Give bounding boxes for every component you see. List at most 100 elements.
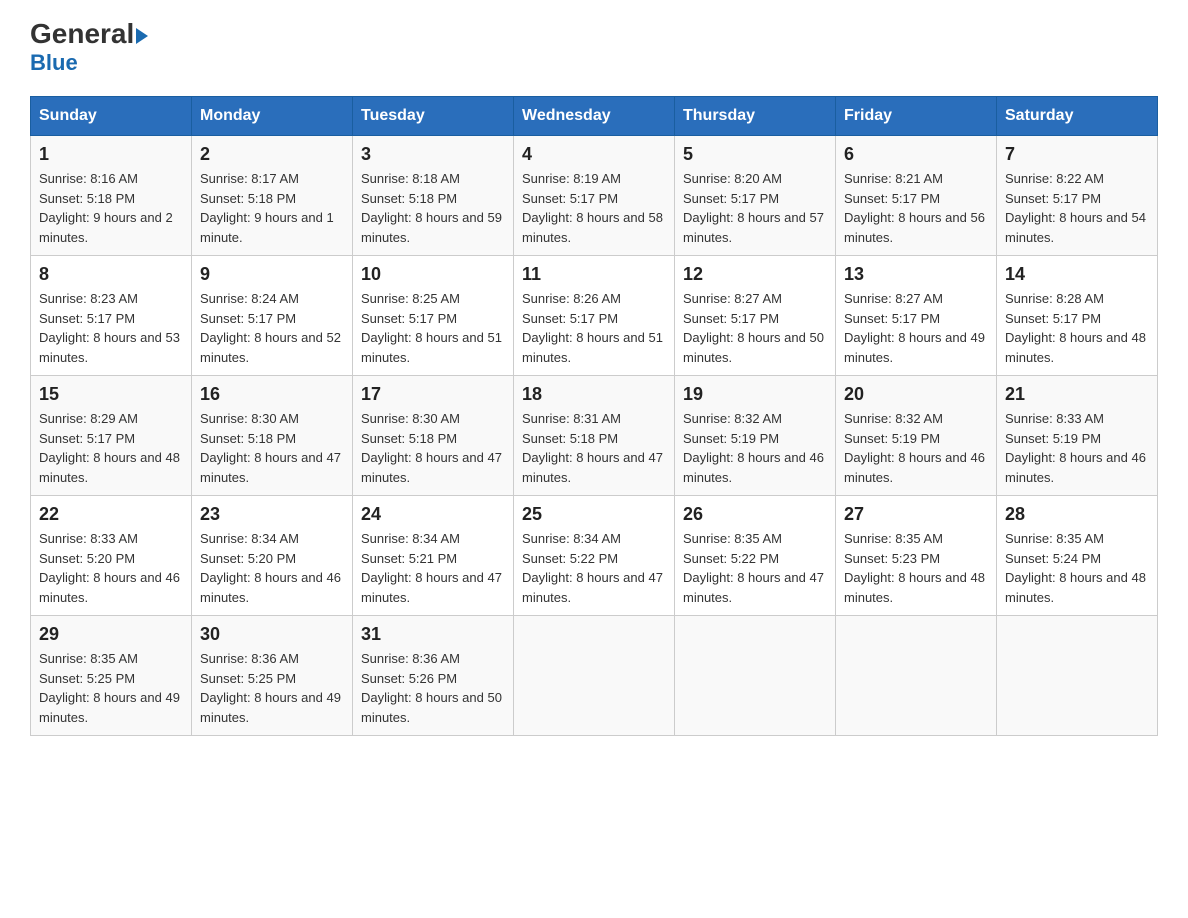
sunset-label: Sunset: 5:17 PM: [844, 311, 940, 326]
sunset-label: Sunset: 5:18 PM: [361, 191, 457, 206]
day-info: Sunrise: 8:33 AM Sunset: 5:20 PM Dayligh…: [39, 529, 183, 607]
calendar-day-4: 4 Sunrise: 8:19 AM Sunset: 5:17 PM Dayli…: [514, 136, 675, 256]
day-info: Sunrise: 8:34 AM Sunset: 5:21 PM Dayligh…: [361, 529, 505, 607]
sunrise-label: Sunrise: 8:33 AM: [39, 531, 138, 546]
calendar-day-14: 14 Sunrise: 8:28 AM Sunset: 5:17 PM Dayl…: [997, 256, 1158, 376]
daylight-label: Daylight: 8 hours and 49 minutes.: [844, 330, 985, 365]
day-info: Sunrise: 8:20 AM Sunset: 5:17 PM Dayligh…: [683, 169, 827, 247]
calendar-day-13: 13 Sunrise: 8:27 AM Sunset: 5:17 PM Dayl…: [836, 256, 997, 376]
calendar-day-17: 17 Sunrise: 8:30 AM Sunset: 5:18 PM Dayl…: [353, 376, 514, 496]
day-number: 16: [200, 384, 344, 405]
calendar-day-8: 8 Sunrise: 8:23 AM Sunset: 5:17 PM Dayli…: [31, 256, 192, 376]
day-info: Sunrise: 8:30 AM Sunset: 5:18 PM Dayligh…: [200, 409, 344, 487]
day-info: Sunrise: 8:34 AM Sunset: 5:22 PM Dayligh…: [522, 529, 666, 607]
day-info: Sunrise: 8:35 AM Sunset: 5:22 PM Dayligh…: [683, 529, 827, 607]
calendar-day-24: 24 Sunrise: 8:34 AM Sunset: 5:21 PM Dayl…: [353, 496, 514, 616]
sunset-label: Sunset: 5:17 PM: [844, 191, 940, 206]
sunrise-label: Sunrise: 8:27 AM: [844, 291, 943, 306]
daylight-label: Daylight: 8 hours and 46 minutes.: [200, 570, 341, 605]
calendar-day-27: 27 Sunrise: 8:35 AM Sunset: 5:23 PM Dayl…: [836, 496, 997, 616]
daylight-label: Daylight: 9 hours and 2 minutes.: [39, 210, 173, 245]
day-number: 18: [522, 384, 666, 405]
sunset-label: Sunset: 5:25 PM: [200, 671, 296, 686]
sunrise-label: Sunrise: 8:36 AM: [361, 651, 460, 666]
day-info: Sunrise: 8:17 AM Sunset: 5:18 PM Dayligh…: [200, 169, 344, 247]
day-info: Sunrise: 8:21 AM Sunset: 5:17 PM Dayligh…: [844, 169, 988, 247]
sunrise-label: Sunrise: 8:23 AM: [39, 291, 138, 306]
day-number: 17: [361, 384, 505, 405]
daylight-label: Daylight: 8 hours and 51 minutes.: [522, 330, 663, 365]
day-info: Sunrise: 8:16 AM Sunset: 5:18 PM Dayligh…: [39, 169, 183, 247]
empty-cell: [514, 616, 675, 736]
day-info: Sunrise: 8:35 AM Sunset: 5:25 PM Dayligh…: [39, 649, 183, 727]
day-info: Sunrise: 8:27 AM Sunset: 5:17 PM Dayligh…: [844, 289, 988, 367]
logo-blue-text: Blue: [30, 50, 78, 76]
calendar-day-22: 22 Sunrise: 8:33 AM Sunset: 5:20 PM Dayl…: [31, 496, 192, 616]
sunset-label: Sunset: 5:17 PM: [522, 191, 618, 206]
daylight-label: Daylight: 8 hours and 49 minutes.: [200, 690, 341, 725]
daylight-label: Daylight: 8 hours and 47 minutes.: [361, 450, 502, 485]
sunset-label: Sunset: 5:20 PM: [39, 551, 135, 566]
sunrise-label: Sunrise: 8:31 AM: [522, 411, 621, 426]
sunrise-label: Sunrise: 8:28 AM: [1005, 291, 1104, 306]
calendar-day-9: 9 Sunrise: 8:24 AM Sunset: 5:17 PM Dayli…: [192, 256, 353, 376]
daylight-label: Daylight: 8 hours and 48 minutes.: [39, 450, 180, 485]
day-number: 7: [1005, 144, 1149, 165]
day-info: Sunrise: 8:29 AM Sunset: 5:17 PM Dayligh…: [39, 409, 183, 487]
calendar-day-26: 26 Sunrise: 8:35 AM Sunset: 5:22 PM Dayl…: [675, 496, 836, 616]
calendar-week-5: 29 Sunrise: 8:35 AM Sunset: 5:25 PM Dayl…: [31, 616, 1158, 736]
logo-general: General: [30, 20, 148, 48]
sunset-label: Sunset: 5:18 PM: [39, 191, 135, 206]
day-info: Sunrise: 8:22 AM Sunset: 5:17 PM Dayligh…: [1005, 169, 1149, 247]
sunset-label: Sunset: 5:17 PM: [1005, 191, 1101, 206]
sunset-label: Sunset: 5:17 PM: [1005, 311, 1101, 326]
daylight-label: Daylight: 8 hours and 47 minutes.: [200, 450, 341, 485]
day-number: 6: [844, 144, 988, 165]
sunset-label: Sunset: 5:20 PM: [200, 551, 296, 566]
day-info: Sunrise: 8:27 AM Sunset: 5:17 PM Dayligh…: [683, 289, 827, 367]
calendar-week-2: 8 Sunrise: 8:23 AM Sunset: 5:17 PM Dayli…: [31, 256, 1158, 376]
sunrise-label: Sunrise: 8:18 AM: [361, 171, 460, 186]
sunset-label: Sunset: 5:19 PM: [844, 431, 940, 446]
sunset-label: Sunset: 5:26 PM: [361, 671, 457, 686]
sunset-label: Sunset: 5:18 PM: [200, 191, 296, 206]
calendar-day-3: 3 Sunrise: 8:18 AM Sunset: 5:18 PM Dayli…: [353, 136, 514, 256]
sunrise-label: Sunrise: 8:35 AM: [39, 651, 138, 666]
day-info: Sunrise: 8:32 AM Sunset: 5:19 PM Dayligh…: [844, 409, 988, 487]
sunrise-label: Sunrise: 8:36 AM: [200, 651, 299, 666]
day-number: 4: [522, 144, 666, 165]
sunrise-label: Sunrise: 8:24 AM: [200, 291, 299, 306]
sunrise-label: Sunrise: 8:16 AM: [39, 171, 138, 186]
sunrise-label: Sunrise: 8:25 AM: [361, 291, 460, 306]
day-header-monday: Monday: [192, 97, 353, 136]
sunrise-label: Sunrise: 8:32 AM: [844, 411, 943, 426]
sunrise-label: Sunrise: 8:32 AM: [683, 411, 782, 426]
day-number: 5: [683, 144, 827, 165]
sunrise-label: Sunrise: 8:21 AM: [844, 171, 943, 186]
sunrise-label: Sunrise: 8:19 AM: [522, 171, 621, 186]
sunset-label: Sunset: 5:18 PM: [200, 431, 296, 446]
daylight-label: Daylight: 8 hours and 57 minutes.: [683, 210, 824, 245]
day-number: 23: [200, 504, 344, 525]
empty-cell: [675, 616, 836, 736]
calendar-header-row: SundayMondayTuesdayWednesdayThursdayFrid…: [31, 97, 1158, 136]
calendar-day-10: 10 Sunrise: 8:25 AM Sunset: 5:17 PM Dayl…: [353, 256, 514, 376]
day-header-wednesday: Wednesday: [514, 97, 675, 136]
sunrise-label: Sunrise: 8:27 AM: [683, 291, 782, 306]
empty-cell: [836, 616, 997, 736]
calendar-day-21: 21 Sunrise: 8:33 AM Sunset: 5:19 PM Dayl…: [997, 376, 1158, 496]
day-number: 8: [39, 264, 183, 285]
calendar-week-1: 1 Sunrise: 8:16 AM Sunset: 5:18 PM Dayli…: [31, 136, 1158, 256]
day-number: 2: [200, 144, 344, 165]
daylight-label: Daylight: 8 hours and 54 minutes.: [1005, 210, 1146, 245]
sunset-label: Sunset: 5:17 PM: [522, 311, 618, 326]
daylight-label: Daylight: 8 hours and 50 minutes.: [361, 690, 502, 725]
day-number: 10: [361, 264, 505, 285]
day-number: 26: [683, 504, 827, 525]
day-info: Sunrise: 8:36 AM Sunset: 5:25 PM Dayligh…: [200, 649, 344, 727]
day-info: Sunrise: 8:19 AM Sunset: 5:17 PM Dayligh…: [522, 169, 666, 247]
sunset-label: Sunset: 5:24 PM: [1005, 551, 1101, 566]
daylight-label: Daylight: 8 hours and 46 minutes.: [1005, 450, 1146, 485]
sunset-label: Sunset: 5:23 PM: [844, 551, 940, 566]
daylight-label: Daylight: 8 hours and 59 minutes.: [361, 210, 502, 245]
